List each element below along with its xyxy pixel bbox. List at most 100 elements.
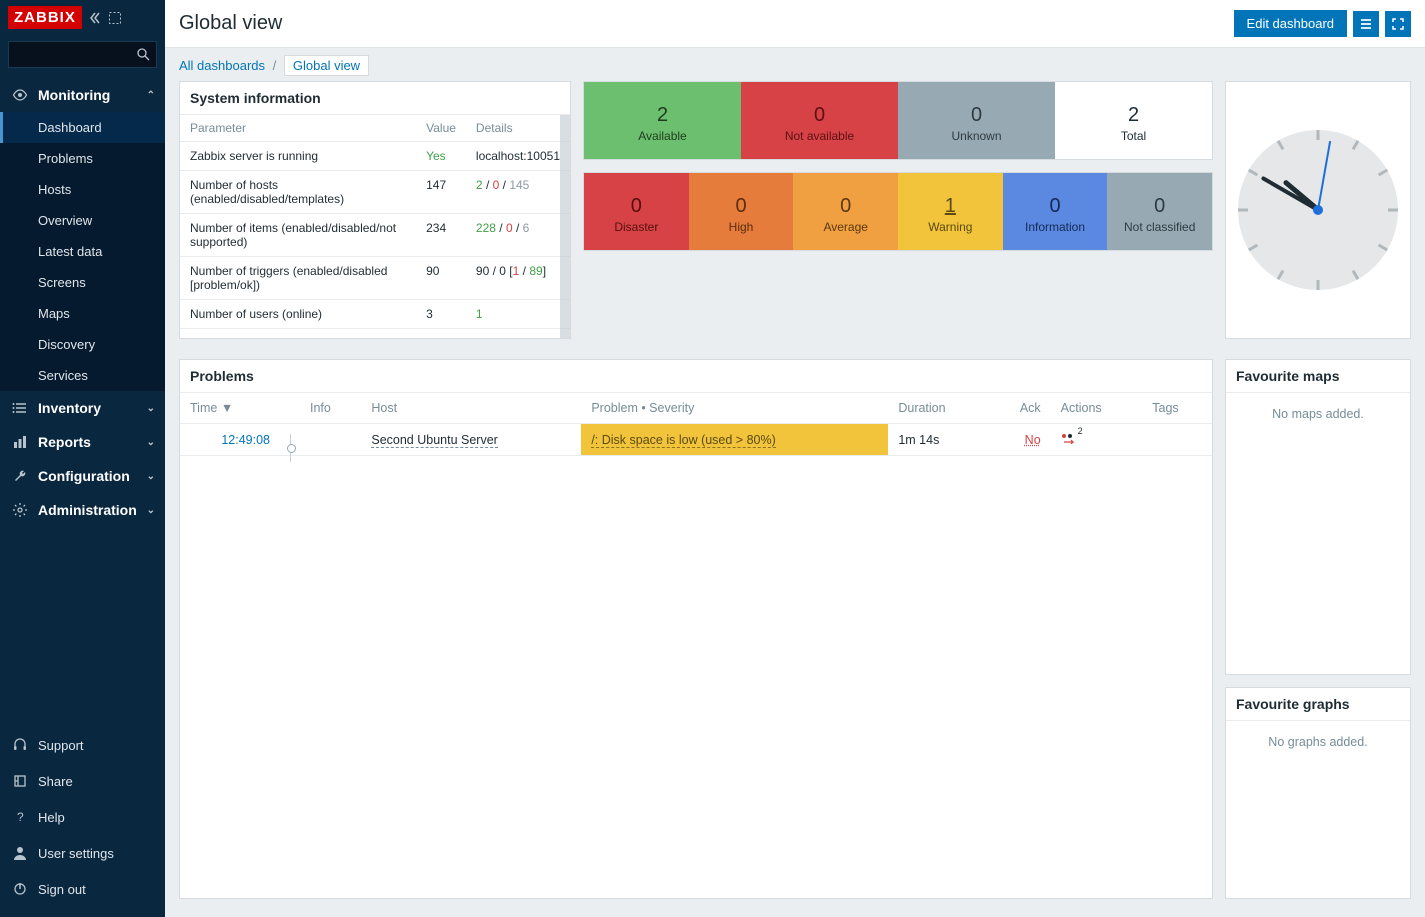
user-icon [10,845,30,861]
value-cell: 147 [416,171,466,214]
clock-tick [1248,169,1258,177]
dashboard-menu-icon[interactable] [1353,11,1379,37]
list-icon [10,400,30,416]
value-cell: Yes [416,142,466,171]
nav-section-monitoring[interactable]: Monitoring⌃ [0,78,165,112]
bottom-item-user[interactable]: User settings [0,835,165,871]
bottom-item-label: Help [38,810,65,825]
brand-logo[interactable]: ZABBIX [8,6,82,29]
collapse-sidebar-icon[interactable] [88,11,102,25]
breadcrumb-all-dashboards[interactable]: All dashboards [179,58,265,73]
details-cell: 1 [466,300,570,329]
sidebar: ZABBIX Monitoring⌃DashboardProblemsHosts… [0,0,165,917]
severity-tile-not-classified[interactable]: 0Not classified [1107,173,1212,250]
search-icon[interactable] [137,48,150,61]
problem-tags [1142,424,1212,456]
nav-item-problems[interactable]: Problems [0,143,165,174]
bottom-item-signout[interactable]: Sign out [0,871,165,907]
problem-ack-link[interactable]: No [1025,433,1041,447]
nav-section-configuration[interactable]: Configuration⌄ [0,459,165,493]
sort-desc-icon: ▼ [221,401,233,415]
svg-text:?: ? [17,810,24,824]
tile-label: High [695,220,788,234]
nav-item-screens[interactable]: Screens [0,267,165,298]
chevron-down-icon: ⌄ [147,437,155,448]
tile-label: Total [1061,129,1206,143]
details-cell: 90 / 0 [1 / 89] [466,257,570,300]
param-cell: Number of items (enabled/disabled/not su… [180,214,416,257]
tile-label: Available [590,129,735,143]
col-value: Value [416,115,466,142]
tile-value: 0 [695,195,788,218]
tile-value: 0 [799,195,892,218]
tile-label: Disaster [590,220,683,234]
bottom-item-help[interactable]: ? Help [0,799,165,835]
tile-label: Warning [904,220,997,234]
col-problem: Problem • Severity [581,393,888,424]
severity-tile-high[interactable]: 0 High [689,173,794,250]
bottom-item-label: User settings [38,846,114,861]
problem-actions-icon[interactable]: 2 [1061,432,1077,444]
breadcrumb-current[interactable]: Global view [284,55,369,76]
severity-tile-information[interactable]: 0Information [1003,173,1108,250]
col-duration: Duration [888,393,989,424]
clock-tick [1388,209,1398,212]
widget-header: System information [180,82,570,115]
nav-item-services[interactable]: Services [0,360,165,391]
problems-widget: Problems Time ▼ Info Host Problem • Seve… [179,359,1213,899]
nav-section-administration[interactable]: Administration⌄ [0,493,165,527]
tile-label: Not classified [1113,220,1206,234]
edit-dashboard-button[interactable]: Edit dashboard [1234,10,1347,37]
gear-icon [10,502,30,518]
chevron-down-icon: ⌄ [147,403,155,414]
nav-item-hosts[interactable]: Hosts [0,174,165,205]
power-icon [10,881,30,897]
bottom-item-support[interactable]: Support [0,727,165,763]
favourite-maps-widget: Favourite maps No maps added. [1225,359,1411,675]
nav-item-maps[interactable]: Maps [0,298,165,329]
chart-icon [10,434,30,450]
col-host: Host [361,393,581,424]
clock-tick [1317,280,1320,290]
col-tags: Tags [1142,393,1212,424]
value-cell: 234 [416,214,466,257]
problem-time-link[interactable]: 12:49:08 [221,433,270,447]
col-time[interactable]: Time ▼ [180,393,280,424]
availability-tile-total[interactable]: 2Total [1055,82,1212,159]
bottom-item-share[interactable]: Share [0,763,165,799]
nav-item-dashboard[interactable]: Dashboard [0,112,165,143]
problem-name-link[interactable]: /: Disk space is low (used > 80%) [591,433,775,448]
nav-item-overview[interactable]: Overview [0,205,165,236]
clock-widget [1225,81,1411,339]
titlebar: Global view Edit dashboard [165,0,1425,48]
value-cell: 3 [416,300,466,329]
problem-host-link[interactable]: Second Ubuntu Server [371,433,497,448]
col-ack: Ack [989,393,1050,424]
tile-value: 0 [1009,195,1102,218]
tile-value: 2 [590,104,735,127]
wrench-icon [10,468,30,484]
nav-item-discovery[interactable]: Discovery [0,329,165,360]
nav-section-reports[interactable]: Reports⌄ [0,425,165,459]
severity-tile-disaster[interactable]: 0Disaster [584,173,689,250]
chevron-down-icon: ⌄ [147,505,155,516]
tile-value: 0 [747,104,892,127]
severity-tile-average[interactable]: 0Average [793,173,898,250]
system-information-widget: System information Parameter Value Detai… [179,81,571,339]
eye-icon [10,87,30,103]
question-icon: ? [10,809,30,825]
availability-tile-available[interactable]: 2 Available [584,82,741,159]
nav-section-inventory[interactable]: Inventory ⌄ [0,391,165,425]
search-input[interactable] [9,42,156,67]
availability-tile-not-available[interactable]: 0Not available [741,82,898,159]
nav-section-label: Inventory [38,400,101,416]
details-cell: localhost:10051 [466,142,570,171]
nav-item-latest[interactable]: Latest data [0,236,165,267]
availability-tile-unknown[interactable]: 0Unknown [898,82,1055,159]
sidebar-toggle-icon[interactable] [108,11,122,25]
clock-second-hand [1317,141,1331,210]
scrollbar[interactable] [560,115,570,338]
fullscreen-icon[interactable] [1385,11,1411,37]
clock-tick [1277,270,1285,280]
severity-tile-warning[interactable]: 1Warning [898,173,1003,250]
